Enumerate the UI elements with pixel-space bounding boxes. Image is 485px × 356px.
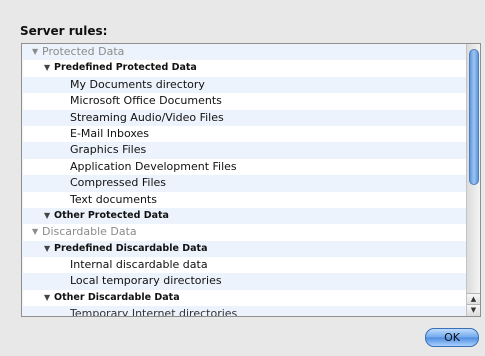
disclosure-triangle-down-icon[interactable]: ▼ (32, 44, 42, 60)
tree-item[interactable]: E-Mail Inboxes (22, 126, 467, 142)
tree-group[interactable]: ▼ Protected Data (22, 44, 467, 61)
disclosure-triangle-down-icon[interactable]: ▼ (44, 241, 54, 257)
dialog-title: Server rules: (20, 24, 108, 38)
ok-button[interactable]: OK (425, 328, 479, 347)
disclosure-triangle-down-icon[interactable]: ▼ (44, 60, 54, 76)
tree-section[interactable]: ▼ Predefined Discardable Data (22, 240, 467, 258)
tree-row-label: Graphics Files (70, 143, 147, 157)
tree-item[interactable]: Internal discardable data (22, 257, 467, 273)
tree-row-label: Local temporary directories (70, 274, 222, 288)
tree-item[interactable]: Local temporary directories (22, 273, 467, 290)
tree-row-label: Compressed Files (70, 176, 167, 190)
tree-row-label: Other Discardable Data (54, 291, 180, 303)
tree-item[interactable]: Temporary Internet directories (22, 306, 467, 317)
disclosure-triangle-down-icon[interactable]: ▼ (32, 224, 42, 240)
tree-row-label: Other Protected Data (54, 209, 169, 221)
tree-row-label: Streaming Audio/Video Files (70, 110, 224, 124)
disclosure-triangle-down-icon[interactable]: ▼ (44, 290, 54, 306)
tree-item[interactable]: Streaming Audio/Video Files (22, 109, 467, 126)
tree-section[interactable]: ▼ Other Discardable Data (22, 290, 467, 306)
tree-row-label: Text documents (70, 192, 157, 206)
tree-row-label: Predefined Protected Data (54, 62, 197, 74)
tree-row-label: Temporary Internet directories (70, 307, 238, 317)
tree-item[interactable]: Text documents (22, 192, 467, 208)
tree-row-label: Protected Data (42, 45, 125, 58)
rules-tree[interactable]: ▼ Protected Data ▼ Predefined Protected Dat… (21, 43, 481, 317)
tree-section[interactable]: ▼ Other Protected Data (22, 207, 467, 225)
tree-row-label: Predefined Discardable Data (54, 242, 208, 254)
server-rules-dialog: Server rules: ▼ Protected Data ▼ Predefined… (0, 0, 485, 356)
tree-row-label: Application Development Files (70, 159, 237, 173)
tree-row-label: My Documents directory (70, 77, 205, 91)
tree-item[interactable]: Application Development Files (22, 159, 467, 175)
tree-item[interactable]: Microsoft Office Documents (22, 93, 467, 109)
tree-row-label: Discardable Data (42, 225, 137, 239)
scrollbar-thumb[interactable] (469, 49, 479, 185)
tree-item[interactable]: Compressed Files (22, 175, 467, 192)
tree-group[interactable]: ▼ Discardable Data (22, 224, 467, 240)
tree-row-label: Internal discardable data (70, 258, 208, 272)
disclosure-triangle-down-icon[interactable]: ▼ (44, 208, 54, 224)
vertical-scrollbar[interactable]: ▲ ▼ (466, 44, 480, 316)
rules-tree-list: ▼ Protected Data ▼ Predefined Protected Dat… (22, 44, 467, 317)
tree-item[interactable]: Graphics Files (22, 142, 467, 159)
tree-row-label: Microsoft Office Documents (70, 94, 222, 108)
tree-row-label: E-Mail Inboxes (70, 126, 150, 140)
tree-section[interactable]: ▼ Predefined Protected Data (22, 60, 467, 76)
scroll-down-arrow-icon[interactable]: ▼ (467, 304, 480, 316)
tree-item[interactable]: My Documents directory (22, 76, 467, 94)
